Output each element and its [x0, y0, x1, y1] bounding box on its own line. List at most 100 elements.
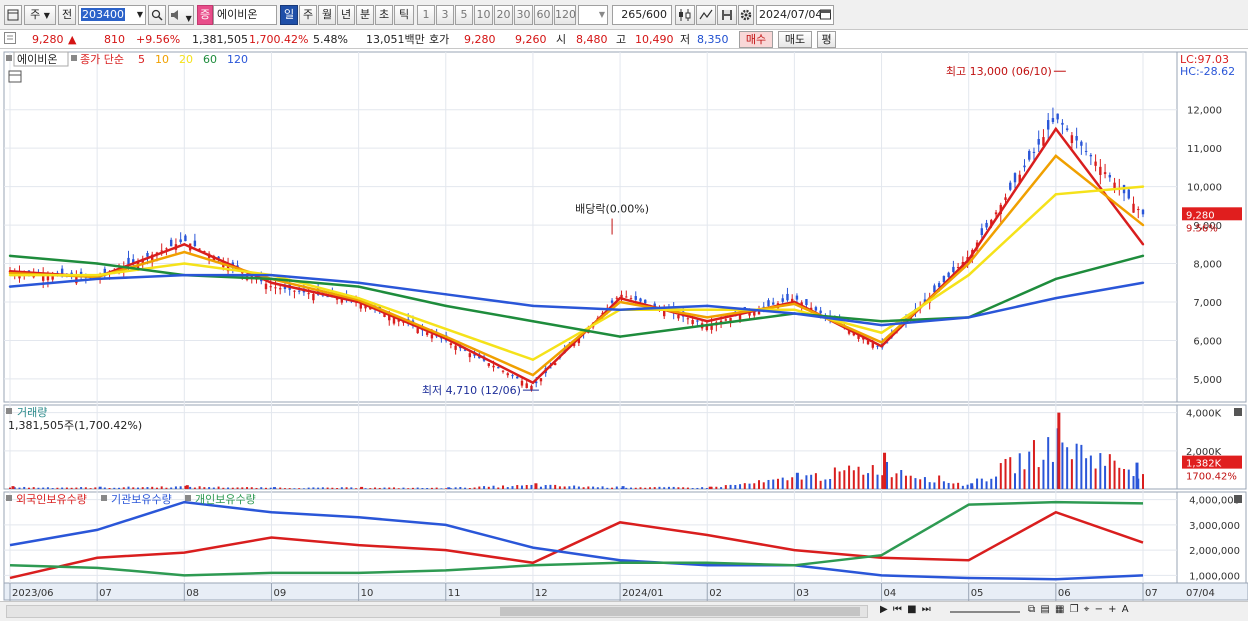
volume-bar: [871, 465, 874, 489]
count-value: 265: [621, 8, 643, 21]
stock-code-input[interactable]: 203400 ▼: [78, 5, 146, 25]
sell-button[interactable]: 매도: [778, 31, 812, 48]
gear-icon[interactable]: [738, 5, 754, 25]
volume-bar: [136, 487, 139, 489]
search-icon[interactable]: [148, 5, 166, 25]
count-input[interactable]: 265/600: [612, 5, 672, 25]
eval-button[interactable]: 평: [817, 31, 836, 48]
volume-bar: [497, 487, 500, 489]
volume-bar: [672, 486, 675, 489]
volume-bar-peak: [1135, 462, 1139, 489]
interval-3[interactable]: 3: [436, 5, 454, 25]
x-tick-label: 08: [186, 588, 199, 599]
x-tick-label: 06: [1058, 588, 1071, 599]
interval-60[interactable]: 60: [534, 5, 553, 25]
split-view-icon[interactable]: ⧉: [1028, 604, 1036, 615]
volume-bar: [615, 486, 618, 489]
volume-bar-peak: [1057, 412, 1061, 489]
interval-120[interactable]: 120: [554, 5, 576, 25]
ma-point: [183, 262, 186, 265]
tab-tick[interactable]: 틱: [394, 5, 414, 25]
ma-period-10: 10: [155, 53, 169, 66]
drawing-tool-icon[interactable]: [696, 5, 716, 25]
cursor-icon[interactable]: ⌖: [1084, 604, 1091, 615]
scroll-thumb[interactable]: [500, 607, 860, 616]
candle-body: [871, 343, 874, 348]
volume-bar: [1113, 460, 1116, 489]
stock-chart[interactable]: 2023/06 07 08 09 10 11 12 2024/01 02 03 04 05 06 07 07…: [0, 50, 1248, 601]
layout-icon[interactable]: ▤: [1040, 604, 1050, 615]
interval-30[interactable]: 30: [514, 5, 533, 25]
font-size-icon[interactable]: A: [1122, 604, 1130, 615]
volume-bar: [957, 482, 960, 489]
info-icon[interactable]: [4, 32, 16, 47]
volume-bar: [810, 474, 813, 489]
type-select-label: 주: [30, 8, 41, 21]
volume-bar: [279, 487, 282, 489]
volume-bar: [46, 487, 49, 489]
window-icon[interactable]: [4, 5, 22, 25]
volume-value-text: 1,381,505주(1,700.42%): [8, 419, 142, 432]
volume-bar: [37, 487, 40, 489]
volume-bar: [520, 485, 523, 489]
volume-bar: [1051, 461, 1054, 489]
volume-bar: [686, 487, 689, 489]
volume-bar: [203, 487, 206, 489]
candle-body: [1099, 166, 1102, 175]
volume-bar: [208, 487, 211, 489]
volume-bar: [724, 485, 727, 489]
candle-icon[interactable]: [675, 5, 695, 25]
candle-body: [644, 299, 647, 304]
tab-minute[interactable]: 분: [356, 5, 374, 25]
period-button[interactable]: 전: [58, 5, 76, 25]
save-icon[interactable]: [717, 5, 737, 25]
interval-custom-select[interactable]: ▼: [578, 5, 608, 25]
tab-week[interactable]: 주: [299, 5, 317, 25]
y-tick-label: 6,000: [1193, 336, 1222, 347]
candle-body: [274, 287, 277, 289]
chart-area[interactable]: 2023/06 07 08 09 10 11 12 2024/01 02 03 04 05 06 07 07…: [0, 50, 1248, 601]
interval-5[interactable]: 5: [455, 5, 473, 25]
speaker-icon[interactable]: ▼: [168, 5, 194, 25]
tab-year[interactable]: 년: [337, 5, 355, 25]
buy-button[interactable]: 매수: [739, 31, 773, 48]
nav-buttons: ▶ ⏮ ■ ⏭: [880, 604, 932, 615]
volume-bar: [288, 488, 291, 489]
ma-point: [880, 341, 883, 344]
forward-icon[interactable]: ⏭: [922, 604, 932, 615]
tab-month[interactable]: 월: [318, 5, 336, 25]
rewind-icon[interactable]: ⏮: [893, 604, 903, 615]
volume-bar: [592, 486, 595, 489]
volume-bar: [895, 473, 898, 489]
volume-bar: [705, 488, 708, 489]
zoom-in-icon[interactable]: +: [1108, 604, 1117, 615]
ma-point: [531, 381, 535, 384]
candle-body: [146, 252, 149, 257]
volume-bar-peak: [970, 483, 974, 489]
ma-point: [793, 308, 796, 311]
candle-body: [1075, 136, 1078, 141]
interval-10[interactable]: 10: [474, 5, 493, 25]
legend-marker: [6, 408, 12, 414]
candle-body: [293, 290, 296, 292]
next-icon[interactable]: ▶: [880, 604, 889, 615]
tab-day[interactable]: 일: [280, 5, 298, 25]
stop-icon[interactable]: ■: [907, 604, 917, 615]
interval-20[interactable]: 20: [494, 5, 513, 25]
date-input[interactable]: 2024/07/04: [756, 5, 834, 25]
candle-body: [615, 297, 618, 299]
x-tick-label: 03: [796, 588, 809, 599]
copy-icon[interactable]: ❐: [1070, 604, 1080, 615]
hoga-label: 호가: [429, 33, 450, 46]
interval-1[interactable]: 1: [417, 5, 435, 25]
candle-body: [530, 385, 533, 390]
zoom-out-icon[interactable]: −: [1095, 604, 1104, 615]
tab-second[interactable]: 초: [375, 5, 393, 25]
ma-point: [95, 277, 99, 281]
ma-point: [95, 273, 99, 277]
grid-icon[interactable]: ▦: [1055, 604, 1065, 615]
scroll-track[interactable]: [6, 605, 868, 618]
volume-bar: [397, 488, 400, 489]
zoom-slider[interactable]: [950, 611, 1020, 613]
type-select[interactable]: 주 ▼: [24, 5, 56, 25]
